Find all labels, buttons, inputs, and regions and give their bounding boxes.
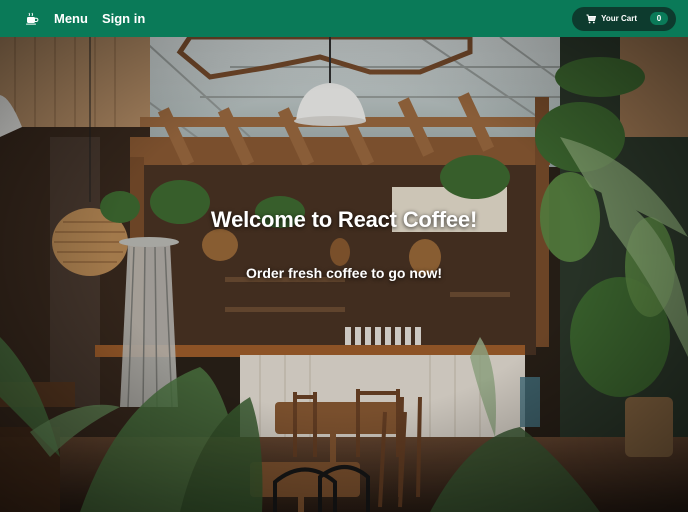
coffee-cup-icon[interactable] [24, 11, 40, 27]
hero-title: Welcome to React Coffee! [210, 207, 478, 232]
cart-count-badge: 0 [650, 12, 668, 25]
hero-subtitle: Order fresh coffee to go now! [245, 265, 442, 281]
nav-link-menu[interactable]: Menu [54, 11, 88, 26]
shopping-cart-icon [586, 14, 597, 24]
cart-label: Your Cart [601, 14, 637, 23]
navbar: Menu Sign in Your Cart 0 [0, 0, 688, 37]
nav-link-sign-in[interactable]: Sign in [102, 11, 145, 26]
hero-banner: Welcome to React Coffee! Order fresh cof… [0, 37, 688, 512]
cart-button[interactable]: Your Cart 0 [572, 6, 676, 31]
